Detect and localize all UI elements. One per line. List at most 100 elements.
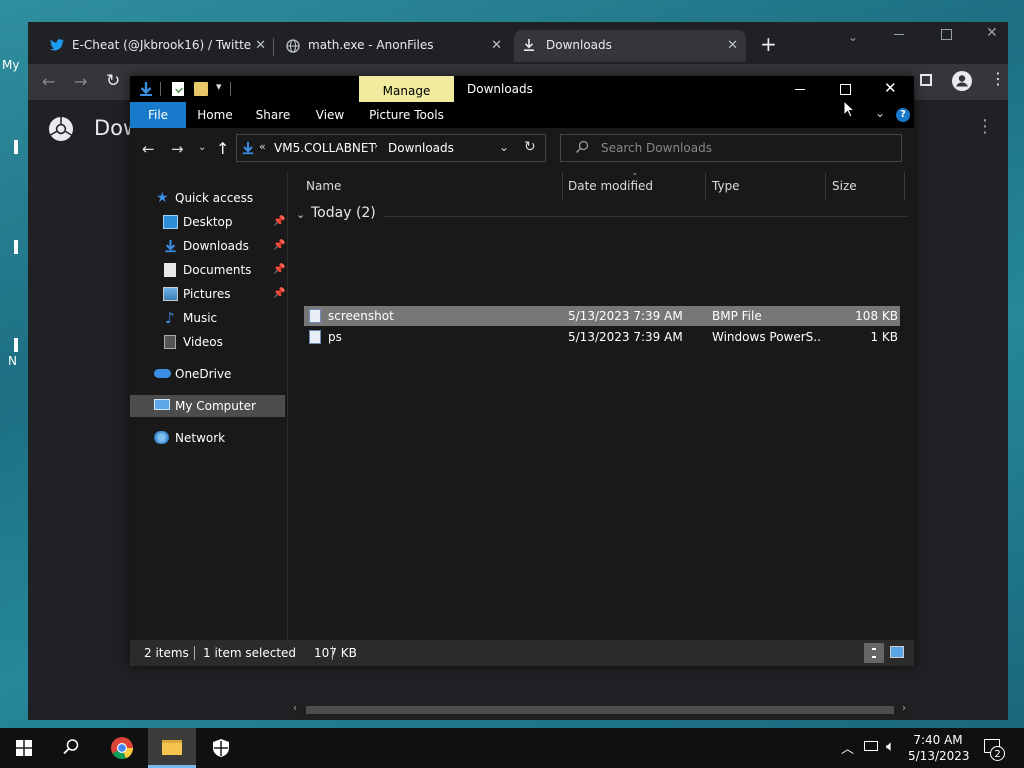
manage-context-tab[interactable]: Manage [359,76,454,102]
expand-ribbon-icon[interactable]: ⌄ [875,106,885,120]
column-divider[interactable] [825,172,826,200]
breadcrumb-chevron-icon[interactable]: › [374,141,378,152]
nav-onedrive[interactable]: OneDrive [130,363,287,385]
navigation-pane: ★ Quick access Desktop 📌 Downloads 📌 Doc… [130,172,287,640]
reload-icon[interactable]: ↻ [106,71,120,91]
back-arrow-icon[interactable]: ← [142,140,155,158]
column-date-modified[interactable]: Date modified [568,172,704,200]
search-box[interactable]: Search Downloads [560,134,902,162]
page-menu-icon[interactable]: ⋮ [976,118,994,136]
horizontal-scrollbar[interactable]: ‹ › [290,703,912,717]
chrome-menu-icon[interactable]: ⋮ [990,71,1006,87]
help-icon[interactable]: ? [896,108,910,122]
breadcrumb-downloads[interactable]: Downloads [388,141,454,155]
tab-twitter[interactable]: E-Cheat (@Jkbrook16) / Twitter ✕ [42,30,274,62]
close-tab-icon[interactable]: ✕ [491,38,502,53]
chrome-taskbar-icon[interactable] [110,736,134,760]
back-arrow-icon[interactable]: ← [42,72,55,91]
nav-desktop[interactable]: Desktop 📌 [130,211,287,233]
nav-label: Network [175,431,226,445]
tab-picture-tools[interactable]: Picture Tools [359,102,454,128]
scrollbar-thumb[interactable] [306,706,894,714]
scroll-right-icon[interactable]: › [902,703,906,714]
tab-share[interactable]: Share [248,102,298,128]
new-tab-button[interactable]: + [760,32,777,56]
pin-icon[interactable]: 📌 [273,259,285,281]
recent-locations-icon[interactable]: ⌄ [198,142,206,153]
volume-icon[interactable]: 🔈︎ [886,737,895,755]
group-collapse-icon[interactable]: ⌄ [296,208,305,221]
pin-icon[interactable]: 📌 [273,211,285,233]
address-bar[interactable]: « VM5.COLLABNET › Downloads ⌄ ↻ [236,134,546,162]
breadcrumb-computer[interactable]: VM5.COLLABNET [274,141,376,155]
nav-music[interactable]: ♪ Music [130,307,287,329]
column-divider[interactable] [904,172,905,200]
nav-videos[interactable]: Videos [130,331,287,353]
tab-file[interactable]: File [130,102,186,128]
downloads-arrow-icon [138,81,154,97]
large-icons-view-icon[interactable] [890,646,904,658]
maximize-icon[interactable] [840,84,851,95]
nav-network[interactable]: Network [130,427,287,449]
scroll-left-icon[interactable]: ‹ [293,703,297,714]
column-type[interactable]: Type [712,172,824,200]
window-title: Downloads [467,82,533,96]
file-size: 108 KB [855,309,898,323]
windows-start-icon[interactable] [16,740,32,756]
profile-icon[interactable] [952,71,972,91]
music-folder-icon: ♪ [165,309,175,327]
nav-documents[interactable]: Documents 📌 [130,259,287,281]
forward-arrow-icon[interactable]: → [74,72,87,91]
close-window-icon[interactable]: ✕ [986,25,998,41]
powershell-file-icon [309,330,321,344]
new-folder-icon[interactable] [194,82,208,96]
nav-quick-access[interactable]: ★ Quick access [130,187,287,209]
network-status-icon[interactable] [864,741,878,751]
pin-icon[interactable]: 📌 [273,235,285,257]
group-header[interactable]: Today (2) [311,205,376,221]
mouse-cursor-icon [843,100,855,118]
minimize-icon[interactable] [894,34,904,35]
file-name: ps [328,330,342,344]
column-name[interactable]: Name [306,172,562,200]
column-divider[interactable] [705,172,706,200]
pin-icon[interactable]: 📌 [273,283,285,305]
show-hidden-icons-icon[interactable]: ︿ [841,738,854,757]
address-bar-row: ← → ⌄ ↑ « VM5.COLLABNET › Downloads ⌄ ↻ … [130,128,914,172]
file-row-screenshot[interactable]: screenshot 5/13/2023 7:39 AM BMP File 10… [304,306,900,326]
up-arrow-icon[interactable]: ↑ [216,139,229,158]
explorer-taskbar-button[interactable] [148,728,196,768]
search-icon[interactable] [62,738,80,756]
tab-anonfiles[interactable]: math.exe - AnonFiles ✕ [278,30,510,62]
desktop-icon-label[interactable]: My [2,58,19,72]
qat-dropdown-icon[interactable]: ▾ [216,80,222,93]
system-clock[interactable]: 7:40 AM 5/13/2023 [908,732,970,764]
side-panel-icon[interactable] [920,74,932,86]
nav-my-computer[interactable]: My Computer [130,395,285,417]
close-tab-icon[interactable]: ✕ [255,38,266,53]
details-view-icon[interactable] [864,643,884,663]
nav-downloads[interactable]: Downloads 📌 [130,235,287,257]
maximize-icon[interactable] [941,29,952,40]
tab-downloads[interactable]: Downloads ✕ [514,30,746,62]
desktop-icon-label[interactable]: N [8,354,17,368]
close-window-icon[interactable]: ✕ [884,79,897,97]
security-shield-icon[interactable] [212,738,230,758]
breadcrumb-overflow[interactable]: « [259,140,266,153]
column-size[interactable]: Size [832,172,902,200]
file-row-ps[interactable]: ps 5/13/2023 7:39 AM Windows PowerS... 1… [304,327,900,347]
forward-arrow-icon[interactable]: → [171,140,184,158]
properties-icon[interactable] [172,82,184,96]
close-tab-icon[interactable]: ✕ [727,38,738,53]
refresh-icon[interactable]: ↻ [524,139,536,155]
address-dropdown-icon[interactable]: ⌄ [499,140,509,154]
nav-pictures[interactable]: Pictures 📌 [130,283,287,305]
tab-view[interactable]: View [305,102,355,128]
pictures-folder-icon [163,287,178,301]
column-divider[interactable] [562,172,563,200]
file-name: screenshot [328,309,394,323]
tab-home[interactable]: Home [190,102,240,128]
tab-search-icon[interactable]: ⌄ [848,30,858,44]
downloads-arrow-icon [241,141,255,155]
minimize-icon[interactable] [795,89,805,90]
